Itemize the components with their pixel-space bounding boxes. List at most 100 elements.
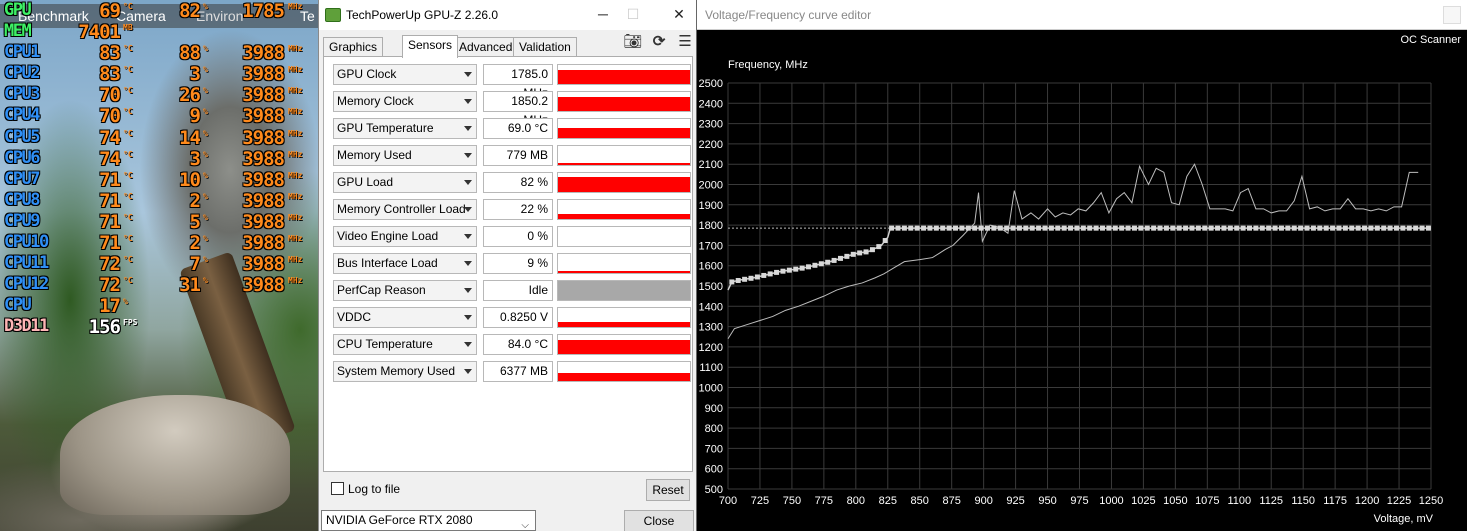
sensor-name-dropdown[interactable]: CPU Temperature <box>333 334 477 355</box>
osd-unit: °C <box>123 44 133 54</box>
osd-unit: °C <box>123 276 133 286</box>
curve-point <box>1425 225 1431 231</box>
osd-value: 3 <box>189 63 201 86</box>
curve-point <box>889 225 895 231</box>
y-tick-label: 600 <box>705 464 723 476</box>
curve-point <box>959 225 965 231</box>
curve-point <box>1330 225 1336 231</box>
sensor-name-dropdown[interactable]: GPU Clock <box>333 64 477 85</box>
x-tick-label: 900 <box>974 495 992 507</box>
camera-icon[interactable]: 📷︎ <box>623 32 643 50</box>
sensor-name-dropdown[interactable]: Video Engine Load <box>333 226 477 247</box>
sensor-name-dropdown[interactable]: PerfCap Reason <box>333 280 477 301</box>
curve-point <box>767 271 773 277</box>
curve-point <box>799 265 805 271</box>
curve-point <box>729 279 735 285</box>
osd-value: 82 <box>179 0 201 22</box>
curve-point <box>1106 225 1112 231</box>
curve-point <box>1208 225 1214 231</box>
minimize-icon[interactable]: ─ <box>589 4 617 24</box>
rock-image <box>60 395 290 515</box>
sensor-name-dropdown[interactable]: Bus Interface Load <box>333 253 477 274</box>
osd-row: D3D11 156 FPS <box>2 316 318 338</box>
gpu-select[interactable]: NVIDIA GeForce RTX 2080 ⌵ <box>321 510 536 531</box>
tab-graphics-card[interactable]: Graphics Card <box>323 37 384 72</box>
sensor-name: GPU Temperature <box>337 121 434 135</box>
curve-point <box>1246 225 1252 231</box>
curve-point <box>1362 225 1368 231</box>
osd-label: CPU6 <box>4 147 40 168</box>
chevron-down-icon <box>464 99 472 104</box>
osd-value: 17 <box>99 295 121 318</box>
sensor-value: 82 % <box>483 172 553 193</box>
curve-point <box>1004 225 1010 231</box>
x-tick-label: 1200 <box>1355 495 1379 507</box>
chevron-down-icon <box>464 72 472 77</box>
y-tick-label: 800 <box>705 423 723 435</box>
curve-point <box>1112 225 1118 231</box>
sensor-name: Video Engine Load <box>337 229 439 243</box>
refresh-icon[interactable]: ⟳ <box>649 32 669 50</box>
sensor-value: 22 % <box>483 199 553 220</box>
osd-value: 2 <box>189 232 201 255</box>
osd-unit: % <box>203 276 208 286</box>
curve-point <box>901 225 907 231</box>
x-tick-label: 775 <box>815 495 833 507</box>
sensor-graph <box>557 307 691 328</box>
checkbox-box[interactable] <box>331 482 344 495</box>
curve-point <box>1176 225 1182 231</box>
gpuz-window: TechPowerUp GPU-Z 2.26.0 ─ ☐ ✕ Graphics … <box>318 0 696 531</box>
x-tick-label: 700 <box>719 495 737 507</box>
osd-row: CPU2 83 °C 3% 3988 MHz <box>2 63 318 86</box>
sensor-name: Memory Controller Load <box>337 202 466 216</box>
curve-point <box>1272 225 1278 231</box>
y-tick-label: 1300 <box>699 322 723 334</box>
curve-point <box>1157 225 1163 231</box>
x-tick-label: 725 <box>751 495 769 507</box>
x-tick-label: 1225 <box>1387 495 1411 507</box>
osd-unit: MHz <box>288 255 303 265</box>
osd-value: 71 <box>99 168 121 191</box>
close-icon[interactable]: ✕ <box>665 4 693 24</box>
curve-point <box>1195 225 1201 231</box>
sensor-graph <box>557 253 691 274</box>
vf-chart[interactable]: 5006007008009001000110012001300140015001… <box>697 0 1467 531</box>
sensor-row: Bus Interface Load 9 % <box>329 253 691 275</box>
curve-point <box>1061 225 1067 231</box>
gpuz-titlebar: TechPowerUp GPU-Z 2.26.0 ─ ☐ ✕ <box>319 0 696 30</box>
osd-unit: MHz <box>288 212 303 222</box>
log-to-file-checkbox[interactable]: Log to file <box>331 482 400 496</box>
sensor-name-dropdown[interactable]: GPU Temperature <box>333 118 477 139</box>
osd-value: 71 <box>99 189 121 212</box>
menu-icon[interactable]: ☰ <box>675 32 695 50</box>
curve-point <box>1093 225 1099 231</box>
y-axis-label: Frequency, MHz <box>728 59 808 71</box>
osd-value: 3988 <box>242 84 285 107</box>
tab-sensors[interactable]: Sensors <box>402 35 459 58</box>
sensor-name-dropdown[interactable]: Memory Controller Load <box>333 199 477 220</box>
sensor-row: CPU Temperature 84.0 °C <box>329 334 691 356</box>
close-button[interactable]: Close <box>624 510 694 531</box>
tab-validation[interactable]: Validation <box>513 37 577 57</box>
sensor-value: 1785.0 MHz <box>483 64 553 100</box>
osd-label: CPU9 <box>4 210 40 231</box>
curve-point <box>1291 225 1297 231</box>
osd-value: 72 <box>99 253 121 276</box>
curve-point <box>825 259 831 265</box>
sensor-name-dropdown[interactable]: Memory Clock <box>333 91 477 112</box>
curve-point <box>831 257 837 263</box>
osd-label: CPU1 <box>4 42 40 63</box>
osd-value: 7401 <box>78 21 121 44</box>
curve-point <box>1310 225 1316 231</box>
curve-point <box>1349 225 1355 231</box>
sensor-name-dropdown[interactable]: VDDC <box>333 307 477 328</box>
curve-point <box>927 225 933 231</box>
tab-advanced[interactable]: Advanced <box>453 37 519 57</box>
sensor-name-dropdown[interactable]: System Memory Used <box>333 361 477 382</box>
sensor-name-dropdown[interactable]: Memory Used <box>333 145 477 166</box>
sensor-name-dropdown[interactable]: GPU Load <box>333 172 477 193</box>
curve-point <box>984 225 990 231</box>
curve-point <box>1323 225 1329 231</box>
sensor-graph <box>557 280 691 301</box>
reset-button[interactable]: Reset <box>646 479 690 501</box>
